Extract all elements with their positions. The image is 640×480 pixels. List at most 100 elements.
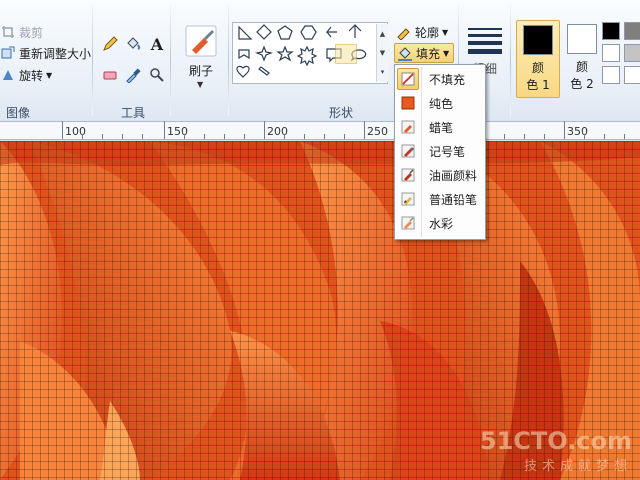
ruler-tick [604,134,605,139]
watermark-sub: 技术成就梦想 [523,459,632,474]
chevron-down-icon: ▼ [442,27,449,37]
ruler-tick [102,134,103,139]
shapes-scrollbar[interactable]: ▲ ▼ ▾ [376,24,388,82]
menu-item-crayon[interactable]: 蜡笔 [397,116,483,138]
ruler-tick [224,134,225,139]
outline-button[interactable]: 轮廓 ▼ [394,22,450,42]
eyedropper-icon [126,68,141,83]
ruler-tick [164,121,165,139]
no-fill-icon [397,68,419,90]
ruler-tick [364,121,365,139]
magnifier-tool[interactable] [146,64,168,86]
crop-button[interactable]: 裁剪 [0,22,43,42]
solid-color-icon [397,92,419,114]
rotate-button[interactable]: 旋转 ▼ [0,65,52,85]
color1-button[interactable]: 颜 色 1 [516,20,560,98]
group-divider [92,4,93,116]
ruler-tick [344,134,345,139]
group-divider [170,4,171,116]
color2-button[interactable]: 颜 色 2 [560,20,604,98]
palette-swatch[interactable] [624,66,640,84]
scroll-down-icon[interactable]: ▼ [377,43,388,62]
menu-item-marker[interactable]: 记号笔 [397,140,483,162]
ruler-label: 250 [367,125,388,138]
ruler-tick [624,134,625,139]
menu-item-no-fill[interactable]: 不填充 [397,68,483,90]
ruler-tick [524,134,525,139]
ruler-tick [304,134,305,139]
magnifier-icon [150,68,164,82]
crop-icon [0,24,16,40]
menu-item-label: 普通铅笔 [429,192,478,207]
fill-button[interactable]: 填充 ▼ [394,43,454,63]
menu-item-label: 油画颜料 [429,168,478,183]
fill-icon [397,45,413,61]
menu-item-oil-paint[interactable]: 油画颜料 [397,164,483,186]
pencil-tool[interactable] [99,33,121,55]
menu-item-label: 记号笔 [429,144,466,159]
palette-swatch[interactable] [602,44,620,62]
menu-item-watercolor[interactable]: 水彩 [397,212,483,234]
pencil-icon [103,36,118,51]
text-icon: A [150,34,164,54]
palette-swatch[interactable] [624,22,640,40]
ruler-tick [504,134,505,139]
ruler-tick [142,134,143,139]
brushes-label: 刷子 [188,64,213,78]
color1-swatch [523,25,553,55]
menu-item-solid-color[interactable]: 纯色 [397,92,483,114]
group-divider [510,4,511,116]
ruler-tick [324,134,325,139]
color2-label-2: 色 2 [570,77,594,91]
resize-icon [0,45,16,61]
brushes-button[interactable]: 刷子 ▼ [178,22,224,92]
menu-item-label: 不填充 [429,72,466,87]
shapes-gallery[interactable] [232,22,388,84]
color1-label-2: 色 1 [526,78,550,92]
selected-shape-highlight [335,44,357,64]
fill-bucket-tool[interactable] [122,33,144,55]
rotate-icon [0,67,16,83]
ruler-tick [122,134,123,139]
crop-label: 裁剪 [19,25,44,40]
fill-bucket-icon [127,37,141,50]
fill-dropdown-menu: 不填充 纯色 蜡笔 记号笔 油画颜料 普通铅笔 水彩 [394,64,486,240]
ruler-tick [204,134,205,139]
ruler-tick [82,134,83,139]
palette-swatch[interactable] [624,44,640,62]
crayon-icon [397,116,419,138]
scroll-up-icon[interactable]: ▲ [377,24,388,43]
rotate-label: 旋转 [19,68,44,83]
chevron-down-icon: ▼ [197,80,204,89]
menu-item-label: 纯色 [429,96,454,111]
drawing-canvas[interactable]: 51CTO.com 技术成就梦想 [0,141,640,480]
text-tool[interactable]: A [146,33,168,55]
resize-label: 重新调整大小 [19,46,92,61]
brush-icon [185,25,217,57]
menu-item-pencil[interactable]: 普通铅笔 [397,188,483,210]
tools-group-label: 工具 [120,106,145,120]
shapes-group-label: 形状 [328,106,353,120]
outline-label: 轮廓 [415,25,440,40]
ruler-tick [284,134,285,139]
watermark: 51CTO.com 技术成就梦想 [480,427,632,474]
resize-button[interactable]: 重新调整大小 [0,43,91,63]
palette-swatch[interactable] [602,66,620,84]
eraser-icon [103,71,117,80]
color-picker-tool[interactable] [122,64,144,86]
watercolor-icon [397,212,419,234]
palette-swatch[interactable] [602,22,620,40]
pencil-icon [397,188,419,210]
ruler-tick [264,121,265,139]
eraser-tool[interactable] [99,64,121,86]
watermark-main: 51CTO.com [479,427,632,455]
expand-icon[interactable]: ▾ [377,62,388,81]
oil-paint-icon [397,164,419,186]
ruler-tick [244,134,245,139]
ruler-tick [184,134,185,139]
fill-label: 填充 [416,46,441,61]
horizontal-ruler: 100 150 200 250 350 [0,121,640,140]
ruler-tick [544,134,545,139]
color1-label: 颜 [531,61,544,75]
line-weight-icon [464,28,506,54]
